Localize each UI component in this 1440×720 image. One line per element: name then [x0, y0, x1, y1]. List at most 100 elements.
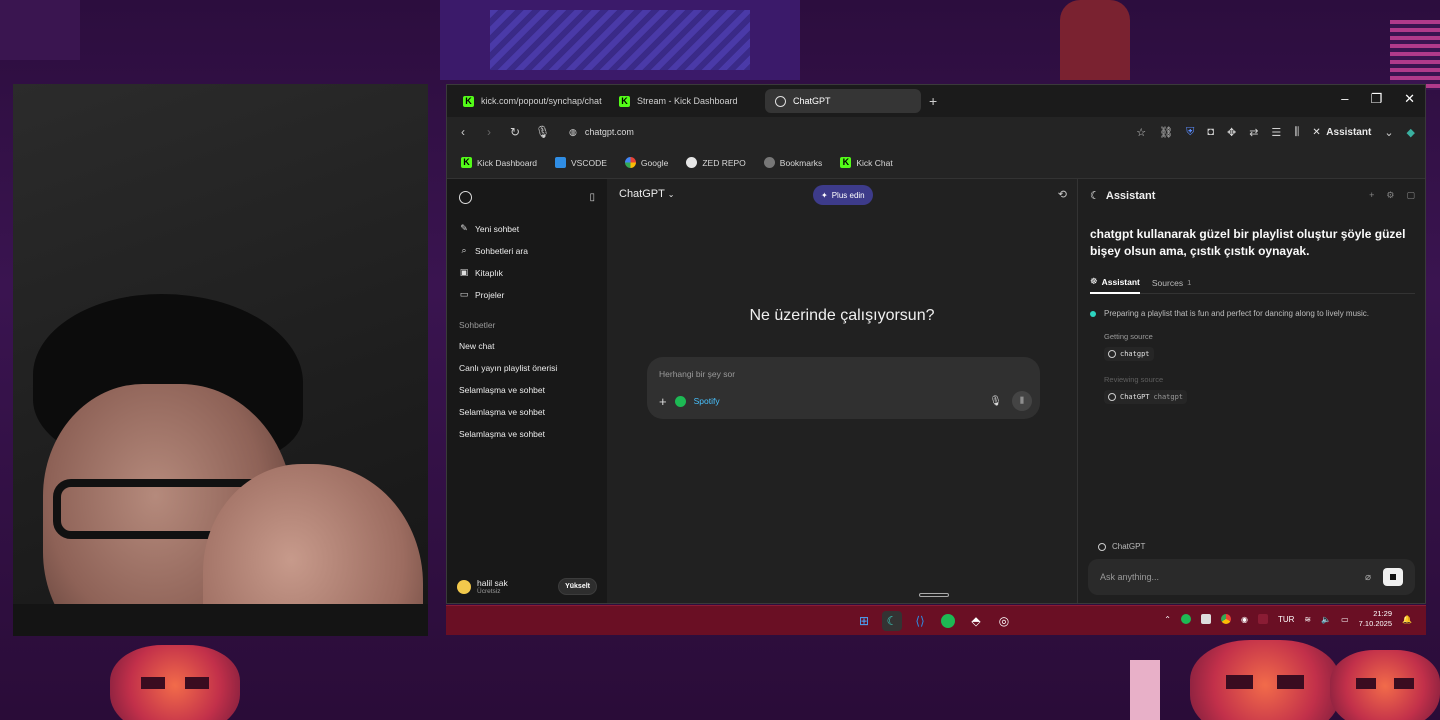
- chat-history-item[interactable]: Selamlaşma ve sohbet: [459, 385, 595, 396]
- attach-icon[interactable]: ⌀: [1365, 572, 1371, 583]
- taskbar: ⊞ ☾ ⟨⟩ ⬘ ◎ ⌃ ◉ TUR ≋ 🔈 ▭ 21:29 7.10.2025…: [446, 605, 1426, 635]
- audio-wave-icon[interactable]: ⫼: [1294, 126, 1299, 139]
- bitwarden-icon[interactable]: ⛨: [1186, 126, 1194, 139]
- chat-history-item[interactable]: Selamlaşma ve sohbet: [459, 429, 595, 440]
- chat-history-item[interactable]: Canlı yayın playlist önerisi: [459, 363, 595, 374]
- wifi-icon[interactable]: ≋: [1304, 615, 1311, 624]
- scroll-handle[interactable]: [919, 593, 949, 597]
- chat-history-item[interactable]: Selamlaşma ve sohbet: [459, 407, 595, 418]
- tab-kick-chat[interactable]: K kick.com/popout/synchap/chat: [453, 89, 609, 113]
- site-info-icon[interactable]: ◍: [569, 127, 577, 138]
- user-profile[interactable]: halil sak Ücretsiz Yükselt: [457, 578, 597, 595]
- browser-app-icon[interactable]: ☾: [882, 611, 902, 631]
- battery-icon[interactable]: ▭: [1341, 615, 1349, 624]
- tab-chatgpt[interactable]: ChatGPT: [765, 89, 921, 113]
- vscode-icon[interactable]: ⟨⟩: [910, 611, 930, 631]
- assistant-tab-icon: ☸: [1090, 276, 1098, 286]
- windows-start-icon[interactable]: ⊞: [854, 611, 874, 631]
- clock-time: 21:29: [1373, 609, 1393, 618]
- language-indicator[interactable]: TUR: [1278, 615, 1294, 624]
- model-selector[interactable]: ChatGPT ⌄: [619, 188, 674, 200]
- chatgpt-logo-icon[interactable]: [459, 190, 472, 204]
- translate-icon[interactable]: ⇄: [1249, 126, 1258, 139]
- bookmark-kick-chat[interactable]: K Kick Chat: [840, 157, 893, 168]
- chevron-up-icon[interactable]: ⌃: [1164, 615, 1171, 624]
- sidebar-item-projects[interactable]: ▭ Projeler: [459, 289, 595, 300]
- maximize-icon[interactable]: ❐: [1370, 91, 1382, 107]
- extensions-icon[interactable]: ✥: [1227, 126, 1236, 139]
- sidebar-item-label: Yeni sohbet: [475, 223, 520, 234]
- volume-icon[interactable]: 🔈: [1321, 615, 1331, 624]
- tray-app-icon[interactable]: [1257, 614, 1268, 624]
- tray-app-icon[interactable]: [1200, 614, 1211, 624]
- back-icon[interactable]: ‹: [457, 125, 469, 139]
- clock[interactable]: 21:29 7.10.2025: [1359, 609, 1392, 629]
- sidebar-item-new-chat[interactable]: ✎ Yeni sohbet: [459, 223, 595, 234]
- window-controls: – ❐ ✕: [1341, 91, 1415, 107]
- tab-assistant[interactable]: ☸ Assistant: [1090, 272, 1140, 294]
- address-bar[interactable]: ◍ chatgpt.com: [569, 127, 634, 138]
- chevron-down-icon[interactable]: ⌄: [1384, 126, 1393, 139]
- panel-icon[interactable]: ▢: [1406, 190, 1415, 201]
- notification-bell-icon[interactable]: 🔔: [1402, 615, 1412, 624]
- stop-button[interactable]: [1383, 568, 1403, 586]
- bookmarks-icon: [763, 157, 775, 168]
- source-name: chatgpt: [1120, 350, 1150, 358]
- profile-icon[interactable]: ◆: [1407, 126, 1415, 139]
- app-icon[interactable]: ⬘: [966, 611, 986, 631]
- tab-label: Stream - Kick Dashboard: [637, 96, 738, 106]
- upgrade-button[interactable]: Yükselt: [558, 578, 597, 595]
- reload-icon[interactable]: ↻: [509, 125, 521, 139]
- bookmark-google[interactable]: Google: [624, 157, 668, 168]
- chat-history-item[interactable]: New chat: [459, 341, 595, 352]
- source-chip[interactable]: chatgpt: [1104, 347, 1154, 361]
- composer-toolbar: + Spotify 🎙 ⫼: [659, 391, 1032, 411]
- chrome-tray-icon[interactable]: [1220, 614, 1231, 624]
- get-plus-button[interactable]: ✦ Plus edin: [813, 185, 873, 205]
- bookmark-label: Kick Dashboard: [477, 157, 538, 168]
- camera-icon[interactable]: ◘: [1207, 126, 1214, 138]
- model-label: ChatGPT: [619, 188, 665, 200]
- temporary-chat-icon[interactable]: ⟲: [1058, 188, 1067, 201]
- link-icon[interactable]: ⛓: [1159, 126, 1173, 139]
- menu-lines-icon[interactable]: ☰: [1271, 126, 1281, 139]
- sidebar-item-search[interactable]: ⌕ Sohbetleri ara: [459, 245, 595, 256]
- star-icon[interactable]: ☆: [1136, 126, 1146, 139]
- context-name: ChatGPT: [1112, 542, 1146, 551]
- toolbar-actions: ☆ ⛓ ⛨ ◘ ✥ ⇄ ☰ ⫼ ✕ Assistant ⌄ ◆: [1136, 126, 1415, 139]
- sidebar-item-library[interactable]: ▣ Kitaplık: [459, 267, 595, 278]
- bookmark-bookmarks[interactable]: Bookmarks: [763, 157, 822, 168]
- library-icon: ▣: [459, 267, 469, 277]
- source-chip[interactable]: ChatGPT chatgpt: [1104, 390, 1188, 404]
- forward-icon[interactable]: ›: [483, 125, 495, 139]
- assistant-toggle-button[interactable]: ✕ Assistant: [1312, 127, 1371, 138]
- spotify-tray-icon[interactable]: [1180, 614, 1191, 624]
- new-thread-icon[interactable]: +: [1369, 190, 1374, 201]
- tab-kick-dashboard[interactable]: K Stream - Kick Dashboard: [609, 89, 765, 113]
- close-icon[interactable]: ✕: [1404, 91, 1415, 107]
- voice-mode-button[interactable]: ⫼: [1012, 391, 1032, 411]
- bookmark-kick-dashboard[interactable]: K Kick Dashboard: [461, 157, 537, 168]
- new-tab-button[interactable]: +: [929, 93, 937, 109]
- microphone-icon[interactable]: 🎙: [535, 125, 550, 139]
- assistant-ask-input[interactable]: Ask anything... ⌀: [1088, 559, 1415, 595]
- settings-icon[interactable]: ⚙: [1386, 190, 1394, 201]
- obs-icon[interactable]: ◎: [994, 611, 1014, 631]
- source-name: ChatGPT: [1120, 393, 1150, 401]
- reviewing-source-label: Reviewing source: [1104, 375, 1164, 384]
- chatgpt-icon: [775, 95, 786, 107]
- minimize-icon[interactable]: –: [1341, 91, 1348, 107]
- steam-tray-icon[interactable]: ◉: [1241, 615, 1248, 624]
- add-attachment-icon[interactable]: +: [659, 394, 667, 409]
- chat-composer[interactable]: Herhangi bir şey sor + Spotify 🎙 ⫼: [647, 357, 1040, 419]
- tab-sources[interactable]: Sources 1: [1152, 272, 1191, 294]
- sidebar-toggle-icon[interactable]: ▯: [589, 192, 595, 203]
- kick-icon: K: [619, 95, 630, 107]
- bookmark-zed-repo[interactable]: ZED REPO: [686, 157, 746, 168]
- chat-main: ChatGPT ⌄ ✦ Plus edin ⟲ Ne üzerinde çalı…: [607, 179, 1077, 603]
- spotify-tool-chip[interactable]: Spotify: [694, 396, 720, 406]
- wallpaper-candle: [1130, 660, 1160, 720]
- microphone-icon[interactable]: 🎙: [989, 396, 1002, 407]
- spotify-app-icon[interactable]: [938, 611, 958, 631]
- bookmark-vscode[interactable]: VSCODE: [555, 157, 607, 168]
